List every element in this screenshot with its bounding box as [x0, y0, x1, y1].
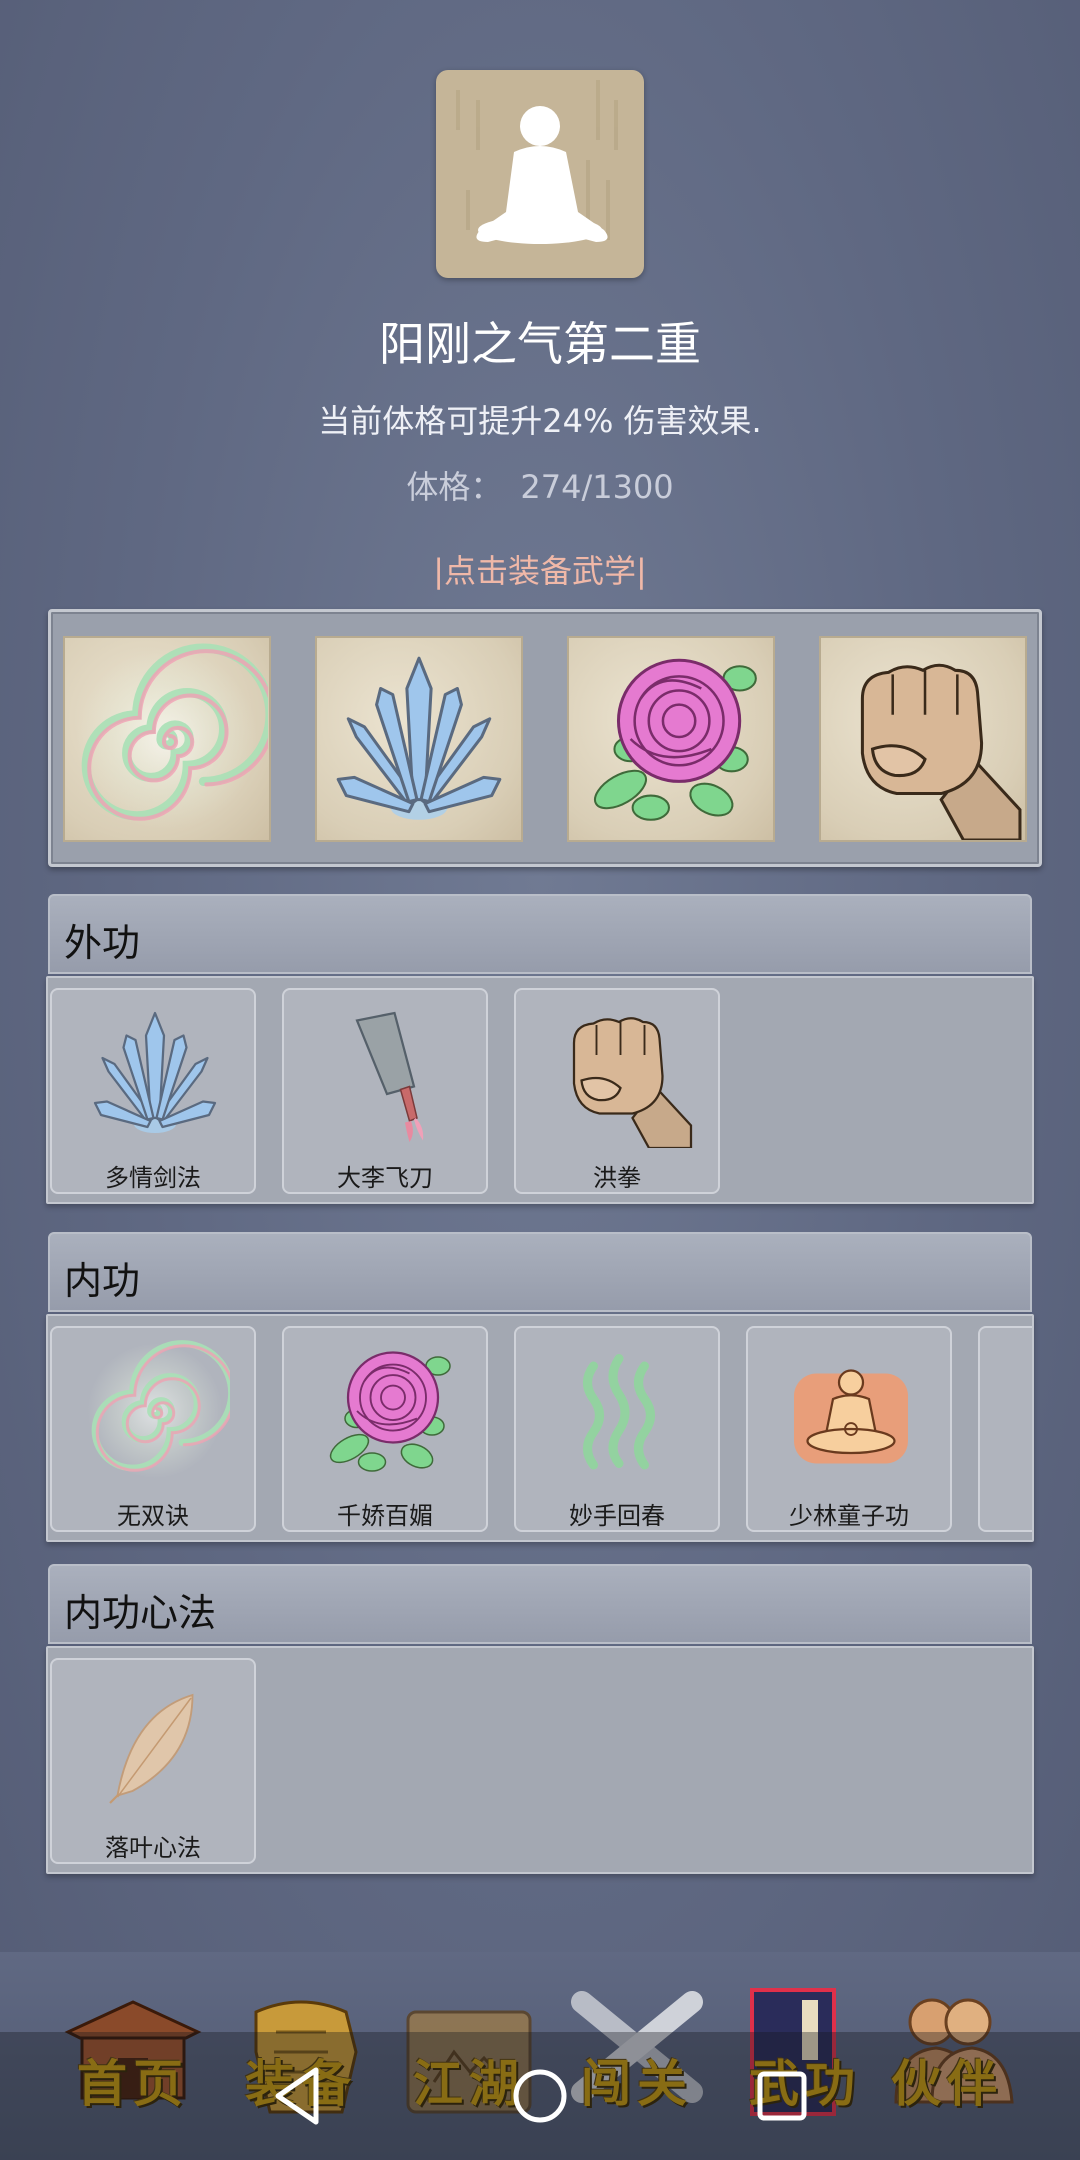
skill-card[interactable]: 千娇百媚	[282, 1326, 488, 1532]
skill-name: 妙手回春	[569, 1502, 665, 1530]
skill-name: 大李飞刀	[337, 1164, 433, 1192]
skill-name: 多情剑法	[105, 1164, 201, 1192]
stat-label: 体格：	[406, 468, 503, 506]
rose-icon	[312, 1336, 462, 1486]
section-body-mind: 落叶心法	[46, 1646, 1034, 1874]
skill-portrait	[436, 70, 644, 278]
green-waves-icon	[544, 1336, 694, 1486]
swirl-icon	[80, 1336, 230, 1486]
back-triangle-icon[interactable]	[258, 2056, 338, 2136]
skill-name: 无双诀	[117, 1502, 189, 1530]
meditation-figure-icon	[456, 80, 618, 244]
section-title: 内功	[64, 1259, 141, 1303]
equipped-slot-3[interactable]	[567, 636, 775, 842]
section-body-external: 多情剑法 大李飞刀 洪拳	[46, 976, 1034, 1204]
recents-square-icon[interactable]	[742, 2056, 822, 2136]
stat-value: 274/1300	[520, 468, 674, 506]
skill-description: 当前体格可提升24% 伤害效果.	[318, 402, 762, 440]
section-body-internal[interactable]: 无双诀 千娇百媚 妙手回春 少林童子功	[46, 1314, 1034, 1542]
cleaver-icon	[312, 998, 462, 1148]
equipped-slot-2[interactable]	[315, 636, 523, 842]
equipped-slot-4[interactable]	[819, 636, 1027, 842]
skill-name: 少林童子功	[789, 1502, 909, 1530]
section-title: 外功	[64, 921, 141, 965]
section-header-internal: 内功	[48, 1232, 1032, 1312]
rose-icon	[569, 638, 773, 840]
skill-card[interactable]: 洪拳	[514, 988, 720, 1194]
skill-card[interactable]: 少林童子功	[746, 1326, 952, 1532]
home-circle-icon[interactable]	[500, 2056, 580, 2136]
meditation-icon	[776, 1336, 926, 1486]
equipped-skills-bar	[48, 609, 1042, 867]
sword-fan-icon	[317, 638, 521, 840]
skill-name: 落叶心法	[105, 1834, 201, 1862]
skill-card[interactable]: 落叶心法	[50, 1658, 256, 1864]
swirl-icon	[65, 638, 269, 840]
leaf-icon	[80, 1668, 230, 1818]
skill-card[interactable]: 多情剑法	[50, 988, 256, 1194]
skill-card-partial[interactable]	[978, 1326, 1032, 1532]
skill-card[interactable]: 妙手回春	[514, 1326, 720, 1532]
skill-card[interactable]: 无双诀	[50, 1326, 256, 1532]
fist-icon	[821, 638, 1025, 840]
skill-title: 阳刚之气第二重	[379, 317, 701, 371]
system-navigation-bar	[0, 2032, 1080, 2160]
fist-icon	[544, 998, 694, 1148]
sword-fan-icon	[80, 998, 230, 1148]
skill-name: 千娇百媚	[337, 1502, 433, 1530]
section-title: 内功心法	[64, 1591, 217, 1635]
stat-line: 体格： 274/1300	[0, 462, 1080, 508]
equipped-slot-1[interactable]	[63, 636, 271, 842]
equip-martial-arts-link[interactable]: |点击装备武学|	[0, 546, 1080, 592]
skill-name: 洪拳	[593, 1164, 641, 1192]
section-header-mind: 内功心法	[48, 1564, 1032, 1644]
section-header-external: 外功	[48, 894, 1032, 974]
skill-card[interactable]: 大李飞刀	[282, 988, 488, 1194]
